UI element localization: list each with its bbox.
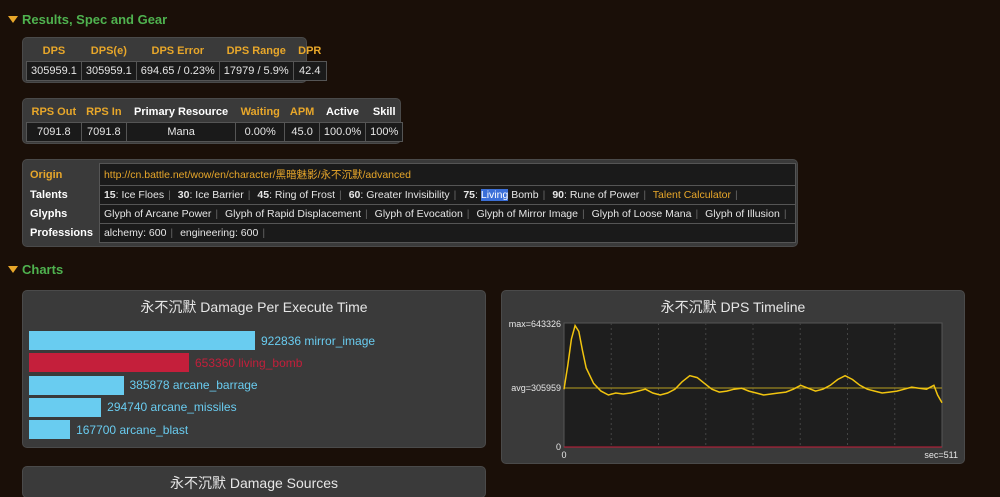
header-dpr: DPR [298, 45, 322, 57]
profession-item: alchemy: 600 [103, 227, 167, 239]
talent-level: 15 [103, 189, 116, 201]
info-panel: Origin http://cn.battle.net/wow/en/chara… [23, 160, 797, 246]
bar-mirror_image [29, 331, 255, 350]
value-rps-out: 7091.8 [26, 122, 82, 142]
bar-label-arcane_missiles: 294740 arcane_missiles [107, 400, 237, 415]
talent-level: 75 [463, 189, 476, 201]
talent-name[interactable]: Greater Invisibility [366, 189, 449, 201]
glyph-item[interactable]: Glyph of Arcane Power [104, 208, 211, 220]
bar-label-arcane_blast: 167700 arcane_blast [76, 422, 189, 437]
talent-name-rest: Bomb [508, 189, 539, 201]
value-dps-range: 17979 / 5.9% [218, 61, 294, 81]
damage-per-execute-chart: 永不沉默 Damage Per Execute Time 922836 mirr… [23, 291, 485, 447]
value-skill: 100% [365, 122, 404, 142]
value-waiting: 0.00% [235, 122, 286, 142]
value-dpr: 42.4 [292, 61, 327, 81]
glyphs-cell: Glyph of Arcane Power | Glyph of Rapid Di… [98, 204, 796, 224]
chart-title: 永不沉默 Damage Per Execute Time [140, 299, 368, 315]
talent-name-selected[interactable]: Living Bomb [480, 189, 539, 201]
header-skill: Skill [372, 106, 396, 118]
dps-panel: DPS DPS(e) DPS Error DPS Range DPR 30595… [23, 38, 327, 82]
bar-row-living_bomb: 653360 living_bomb [29, 353, 303, 373]
header-dps: DPS [42, 45, 66, 57]
talents-cell: 15: Ice Floes | 30: Ice Barrier | 45: Ring… [98, 185, 796, 205]
chart-title: 永不沉默 Damage Sources [169, 475, 339, 491]
header-dps-range: DPS Range [226, 45, 286, 57]
glyph-item[interactable]: Glyph of Evocation [375, 208, 463, 220]
collapse-triangle-icon[interactable] [8, 16, 18, 23]
glyph-item[interactable]: Glyph of Mirror Image [476, 208, 578, 220]
bar-row-arcane_blast: 167700 arcane_blast [29, 420, 189, 440]
bar-label-living_bomb: 653360 living_bomb [195, 355, 303, 370]
section-title-charts: Charts [22, 262, 64, 277]
header-apm: APM [289, 106, 315, 118]
talent-calculator-link[interactable]: Talent Calculator [653, 189, 731, 201]
bar-row-mirror_image: 922836 mirror_image [29, 331, 375, 350]
talents-label: Talents [30, 189, 68, 201]
avg-label: avg=305959 [511, 383, 561, 393]
bar-label-mirror_image: 922836 mirror_image [261, 333, 376, 348]
section-title-results: Results, Spec and Gear [22, 12, 168, 27]
value-primary-resource: Mana [126, 122, 237, 142]
glyph-item[interactable]: Glyph of Loose Mana [592, 208, 692, 220]
x-end-label: sec=511 [924, 450, 958, 460]
rps-table: RPS Out RPS In Primary Resource Waiting … [26, 102, 404, 142]
dps-timeline-chart: 永不沉默 DPS Timeline max=643326 avg=305959 0 0… [502, 291, 964, 463]
header-active: Active [325, 106, 360, 118]
x-start-label: 0 [561, 450, 566, 460]
value-rps-in: 7091.8 [80, 122, 128, 142]
dps-table: DPS DPS(e) DPS Error DPS Range DPR 30595… [26, 41, 327, 81]
talent-level: 45 [257, 189, 270, 201]
section-header-charts[interactable]: Charts [8, 262, 63, 277]
bar-arcane_missiles [29, 397, 102, 417]
value-dps-error: 694.65 / 0.23% [135, 61, 220, 81]
glyphs-label: Glyphs [30, 208, 68, 220]
origin-cell: http://cn.battle.net/wow/en/character/黑暗… [98, 163, 796, 186]
bar-living_bomb [29, 353, 189, 373]
talent-level: 60 [348, 189, 361, 201]
header-rps-out: RPS Out [31, 106, 77, 118]
value-dps-e: 305959.1 [80, 61, 137, 81]
bar-row-arcane_barrage: 385878 arcane_barrage [29, 375, 258, 395]
profession-item: engineering: 600 [180, 227, 259, 239]
info-table: Origin http://cn.battle.net/wow/en/chara… [26, 163, 796, 243]
bar-row-arcane_missiles: 294740 arcane_missiles [29, 397, 237, 417]
origin-link[interactable]: http://cn.battle.net/wow/en/character/黑暗… [104, 169, 411, 181]
glyph-item[interactable]: Glyph of Rapid Displacement [225, 208, 361, 220]
value-apm: 45.0 [284, 122, 320, 142]
header-primary-resource: Primary Resource [133, 106, 229, 118]
value-active: 100.0% [318, 122, 367, 142]
selected-text: Living [480, 189, 509, 201]
value-dps: 305959.1 [26, 61, 82, 81]
talent-level: 30 [177, 189, 190, 201]
professions-label: Professions [30, 227, 93, 239]
glyph-item[interactable]: Glyph of Illusion [705, 208, 780, 220]
damage-sources-chart: 永不沉默 Damage Sources [23, 467, 485, 497]
collapse-triangle-icon[interactable] [8, 266, 18, 273]
bar-label-arcane_barrage: 385878 arcane_barrage [129, 378, 258, 393]
header-rps-in: RPS In [86, 106, 122, 118]
talent-level: 90 [552, 189, 564, 201]
rps-panel: RPS Out RPS In Primary Resource Waiting … [23, 99, 404, 143]
professions-cell: alchemy: 600 | engineering: 600 | [98, 223, 796, 243]
section-header-results[interactable]: Results, Spec and Gear [8, 12, 167, 27]
talent-name[interactable]: Rune of Power [570, 189, 639, 201]
zero-label: 0 [556, 442, 561, 452]
bar-arcane_blast [29, 420, 71, 440]
max-label: max=643326 [509, 319, 561, 329]
talent-name[interactable]: Ice Barrier [195, 189, 243, 201]
talent-name[interactable]: Ring of Frost [275, 189, 335, 201]
header-dps-e: DPS(e) [90, 45, 127, 57]
bar-arcane_barrage [29, 375, 124, 395]
timeline-svg: max=643326 avg=305959 00 sec=511 [509, 319, 958, 460]
header-dps-error: DPS Error [151, 45, 205, 57]
header-waiting: Waiting [240, 106, 280, 118]
talent-name[interactable]: Ice Floes [122, 189, 165, 201]
origin-label: Origin [30, 168, 63, 181]
